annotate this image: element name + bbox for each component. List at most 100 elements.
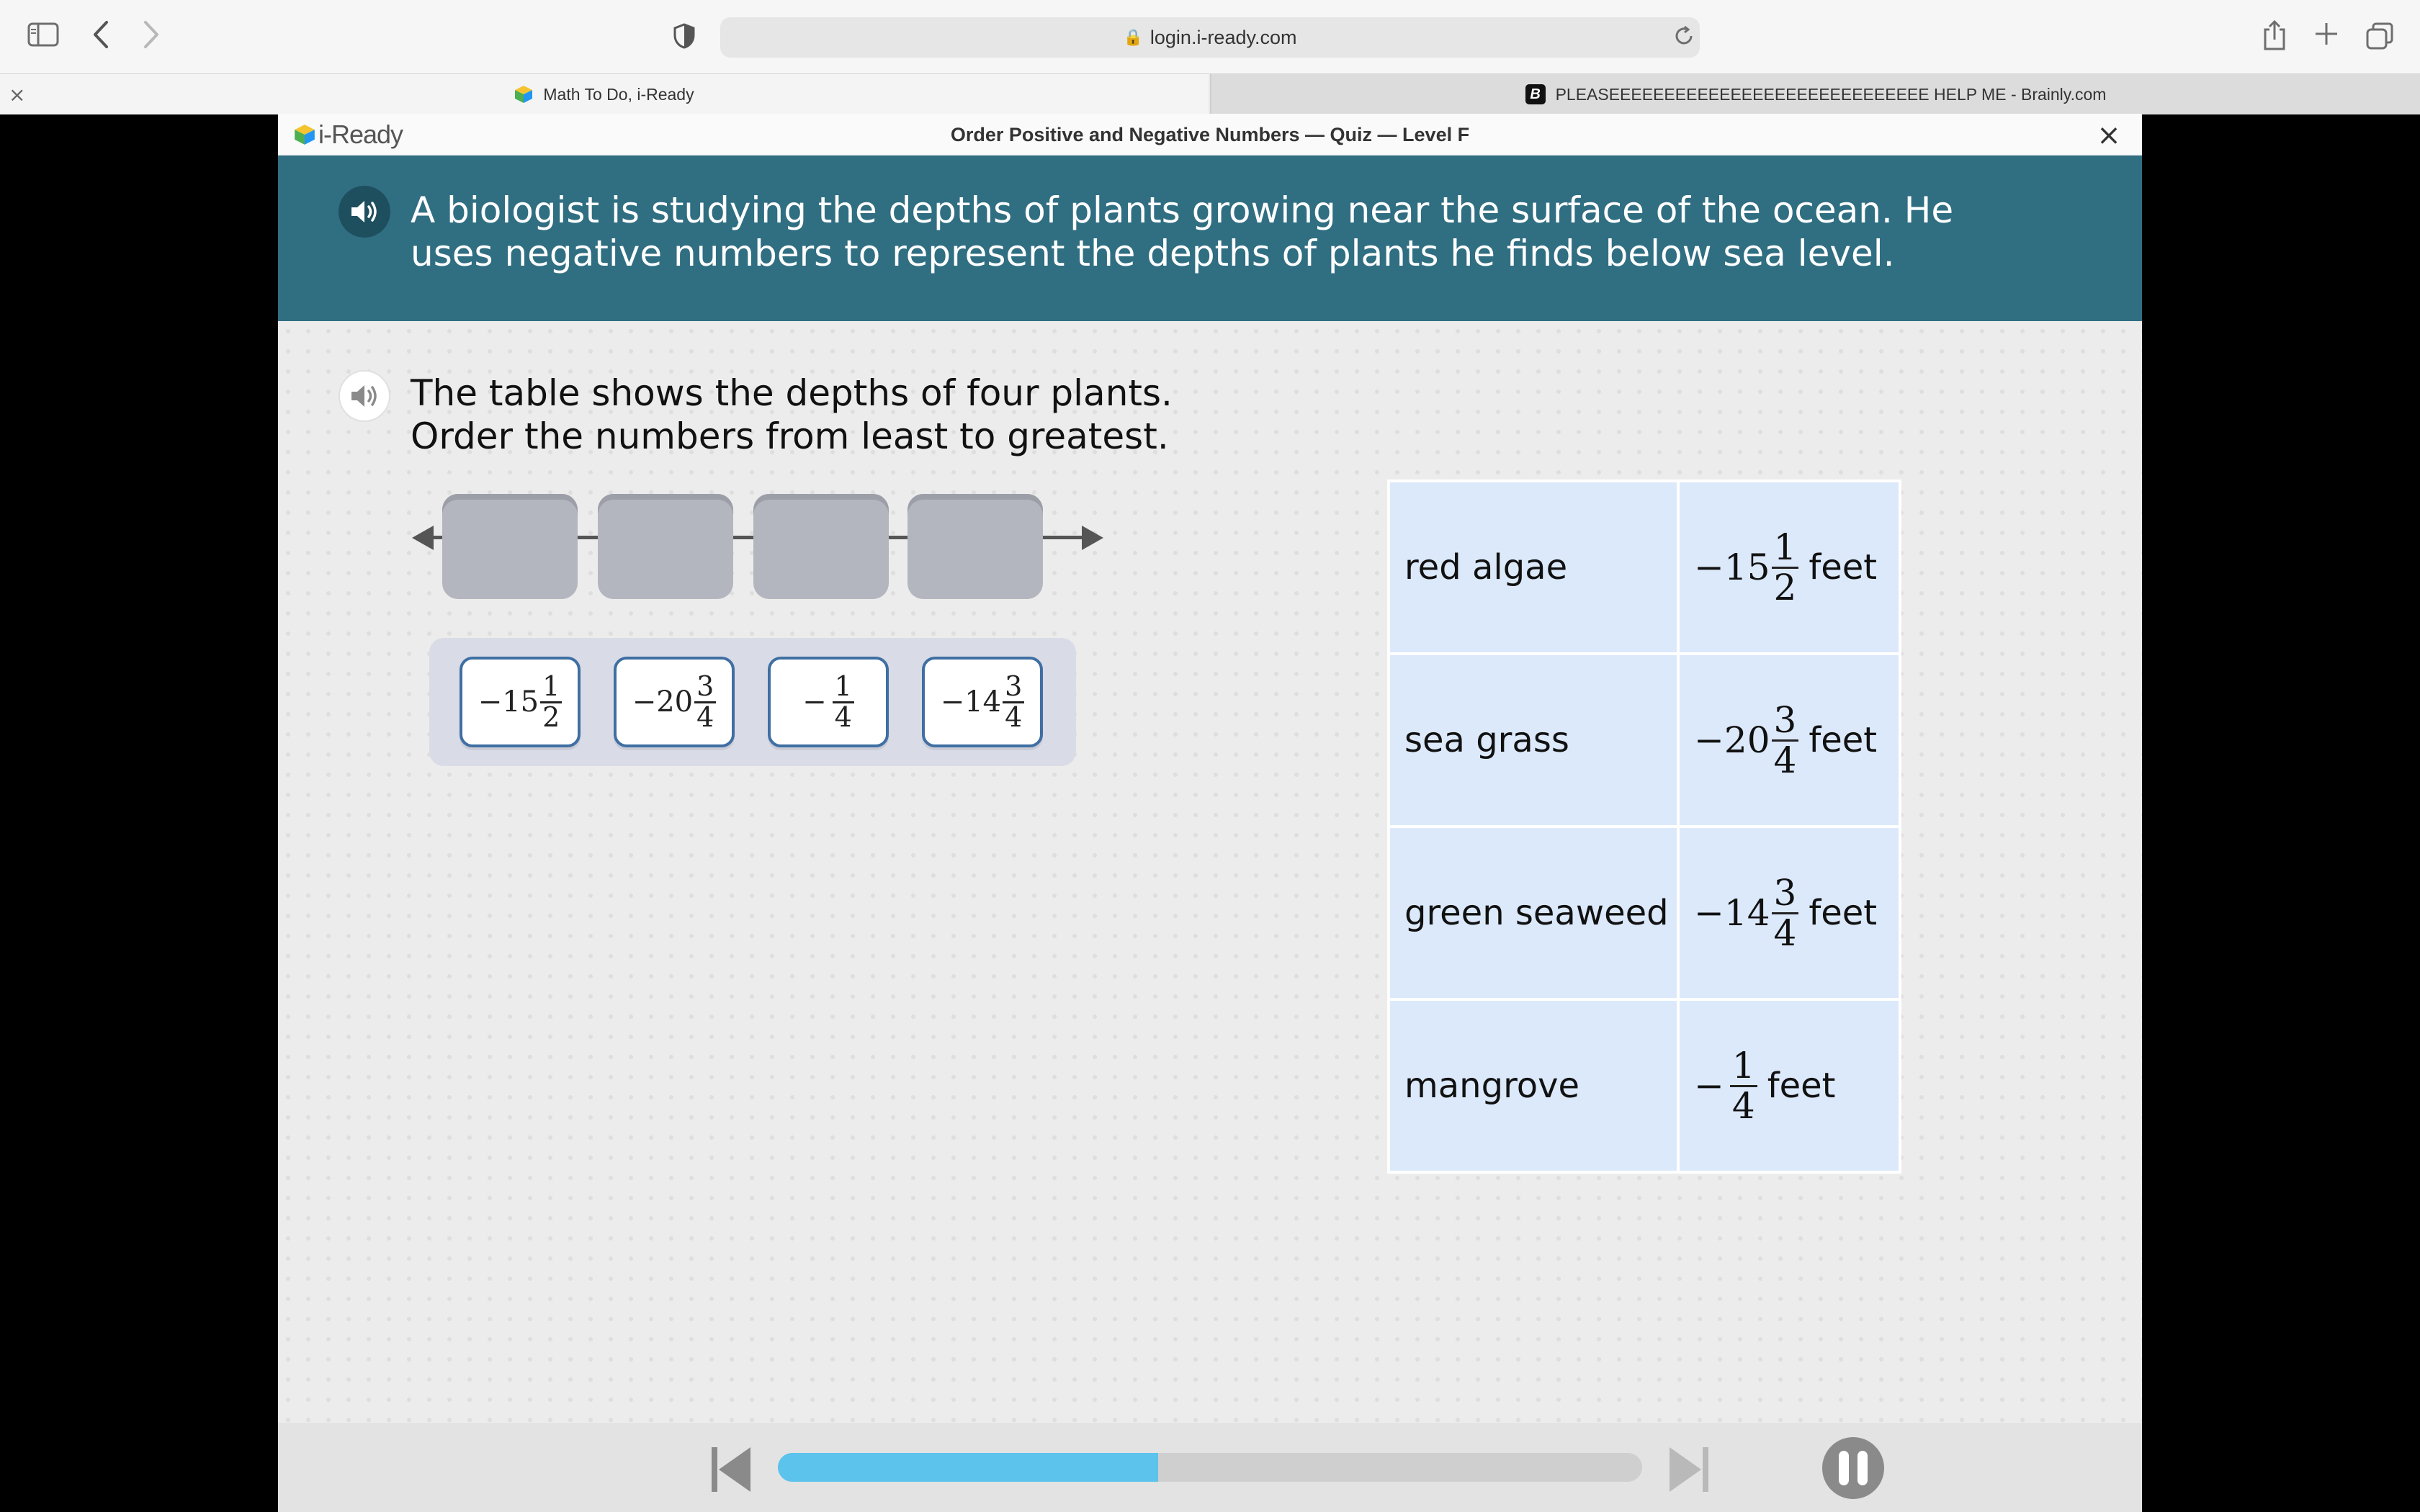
tile-denominator: 4	[1005, 701, 1023, 733]
depth-denominator: 4	[1773, 739, 1797, 781]
lesson-player-bar	[278, 1423, 2142, 1512]
mixed-number: −15 1 2 feet	[1694, 528, 1877, 606]
plant-depth: −20 3 4 feet	[1677, 652, 1901, 828]
tile-numerator: 3	[1003, 672, 1025, 703]
tile-sign: −	[940, 685, 965, 719]
drop-slot-4[interactable]	[908, 494, 1043, 599]
prompt-line: Order the numbers from least to greatest…	[411, 415, 1169, 457]
forward-icon[interactable]	[137, 19, 166, 50]
depth-fraction: 14	[1729, 1047, 1757, 1127]
depth-denominator: 4	[1773, 912, 1797, 954]
depth-fraction: 12	[1771, 528, 1799, 608]
depth-sign: −	[1694, 546, 1724, 588]
plant-name: green seaweed	[1387, 825, 1680, 1001]
privacy-shield-icon[interactable]	[670, 22, 699, 50]
plant-depth-table: red algae −15 1 2 feet sea grass −20 3 4 feet …	[1387, 480, 1901, 1174]
depth-whole: 15	[1724, 546, 1770, 588]
address-bar[interactable]: 🔒 login.i-ready.com	[720, 17, 1700, 58]
depth-denominator: 2	[1773, 566, 1797, 608]
tile-neg-20-3-4[interactable]: −20 34	[614, 657, 735, 747]
tab-title: PLEASEEEEEEEEEEEEEEEEEEEEEEEEEEEEE HELP …	[1555, 84, 2107, 104]
mixed-number: −15 12	[478, 672, 563, 732]
tile-denominator: 2	[542, 701, 560, 733]
speaker-icon	[351, 385, 377, 407]
banner-audio-button[interactable]	[339, 186, 390, 238]
work-area: The table shows the depths of four plant…	[278, 321, 2142, 1423]
tile-sign: −	[478, 685, 503, 719]
table-row: red algae −15 1 2 feet	[1387, 480, 1901, 655]
tile-whole: 20	[656, 685, 694, 719]
banner-text: A biologist is studying the depths of pl…	[411, 189, 1954, 274]
sidebar-toggle-icon[interactable]	[27, 22, 59, 48]
tile-fraction: 14	[832, 672, 854, 732]
pause-button[interactable]	[1822, 1437, 1884, 1499]
plant-name: red algae	[1387, 480, 1680, 655]
skip-back-icon[interactable]	[709, 1444, 755, 1495]
tab-brainly[interactable]: B PLEASEEEEEEEEEEEEEEEEEEEEEEEEEEEEE HEL…	[1210, 74, 2420, 114]
answer-tile-tray: −15 12 −20 34 − 14 −14 34	[429, 638, 1076, 766]
plant-depth: −1 4 feet	[1677, 998, 1901, 1174]
tile-neg-15-1-2[interactable]: −15 12	[460, 657, 581, 747]
brainly-favicon-icon: B	[1525, 84, 1546, 104]
tile-whole: 15	[502, 685, 539, 719]
depth-numerator: 3	[1771, 874, 1799, 914]
back-icon[interactable]	[86, 19, 115, 50]
mixed-number: −20 34	[632, 672, 717, 732]
depth-fraction: 34	[1771, 701, 1799, 781]
depth-sign: −	[1694, 719, 1724, 761]
tile-fraction: 34	[694, 672, 717, 732]
close-quiz-button[interactable]: ×	[2094, 119, 2123, 152]
table-row: green seaweed −14 3 4 feet	[1387, 825, 1901, 1001]
tile-numerator: 3	[694, 672, 717, 703]
question-prompt: The table shows the depths of four plant…	[411, 372, 1203, 458]
tab-iready[interactable]: Math To Do, i-Ready	[0, 74, 1209, 114]
tab-strip: Math To Do, i-Ready B PLEASEEEEEEEEEEEEE…	[0, 73, 2420, 114]
tile-fraction: 12	[540, 672, 563, 733]
depth-sign: −	[1694, 1065, 1724, 1107]
tile-numerator: 1	[832, 672, 854, 703]
depth-unit: feet	[1809, 720, 1878, 760]
tile-neg-1-4[interactable]: − 14	[768, 657, 889, 747]
iready-logo: i-Ready	[294, 120, 403, 150]
speaker-icon	[351, 201, 377, 222]
mixed-number: −20 3 4 feet	[1694, 701, 1877, 779]
tile-sign: −	[802, 685, 827, 719]
mixed-number: −14 3 4 feet	[1694, 874, 1877, 952]
plant-depth: −15 1 2 feet	[1677, 480, 1901, 655]
progress-bar[interactable]	[778, 1453, 1642, 1482]
tile-neg-14-3-4[interactable]: −14 34	[922, 657, 1043, 747]
depth-denominator: 4	[1731, 1084, 1755, 1127]
share-icon[interactable]	[2259, 17, 2290, 53]
new-tab-icon[interactable]	[2309, 16, 2344, 52]
context-banner: A biologist is studying the depths of pl…	[278, 156, 2142, 321]
lock-icon: 🔒	[1123, 28, 1143, 46]
depth-numerator: 1	[1771, 528, 1799, 569]
drop-slot-2[interactable]	[598, 494, 733, 599]
app-header: Order Positive and Negative Numbers — Qu…	[278, 114, 2142, 156]
plant-name: sea grass	[1387, 652, 1680, 828]
depth-unit: feet	[1767, 1066, 1836, 1106]
drop-slot-1[interactable]	[442, 494, 578, 599]
tile-numerator: 1	[540, 672, 563, 703]
iready-app: Order Positive and Negative Numbers — Qu…	[278, 114, 2142, 1512]
depth-sign: −	[1694, 892, 1724, 934]
tab-overview-icon[interactable]	[2362, 20, 2397, 52]
depth-whole: 14	[1724, 892, 1770, 934]
progress-fill	[778, 1453, 1158, 1482]
tab-title: Math To Do, i-Ready	[543, 84, 694, 104]
skip-forward-icon[interactable]	[1665, 1444, 1711, 1495]
tile-sign: −	[632, 685, 657, 719]
pause-bar	[1857, 1451, 1868, 1485]
close-tab-icon[interactable]: ×	[9, 83, 25, 107]
table-row: mangrove −1 4 feet	[1387, 998, 1901, 1174]
mixed-number: −14 34	[941, 672, 1025, 732]
depth-unit: feet	[1809, 893, 1878, 933]
prompt-audio-button[interactable]	[339, 370, 390, 422]
plant-name: mangrove	[1387, 998, 1680, 1174]
reload-icon[interactable]	[1670, 22, 1698, 50]
browser-toolbar: 🔒 login.i-ready.com	[0, 0, 2420, 73]
mixed-number: −1 4 feet	[1694, 1047, 1836, 1125]
iready-cube-icon	[295, 125, 315, 145]
drop-slot-3[interactable]	[753, 494, 889, 599]
depth-whole: 20	[1724, 719, 1770, 761]
